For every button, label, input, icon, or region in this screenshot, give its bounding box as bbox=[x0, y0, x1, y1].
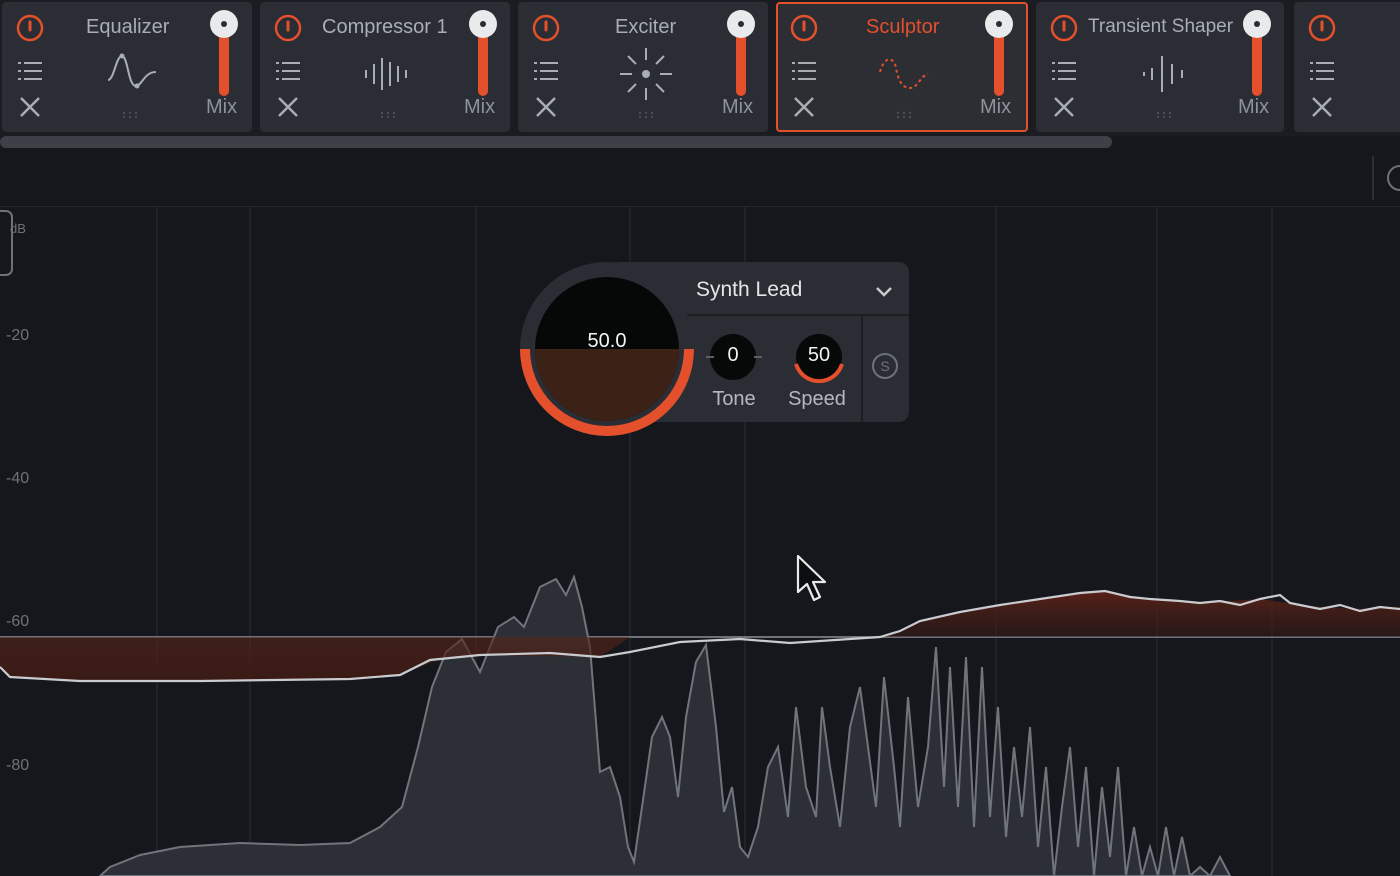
drag-handle-icon[interactable] bbox=[378, 110, 398, 120]
graph-toolbar bbox=[0, 150, 1400, 207]
mix-label: Mix bbox=[464, 96, 496, 118]
mix-fader-handle[interactable] bbox=[1243, 10, 1271, 38]
drag-handle-icon[interactable] bbox=[120, 110, 140, 120]
module-rack: Equalizer Mix Compressor 1 Mix Exciter M… bbox=[0, 0, 1400, 136]
module-name: Exciter bbox=[615, 16, 677, 38]
menu-icon[interactable] bbox=[534, 60, 558, 82]
y-label: -40 bbox=[6, 470, 30, 487]
sculptor-popup: S Synth Lead 0 Tone 50 Speed 50.0 bbox=[520, 262, 909, 436]
db-unit-label: dB bbox=[10, 221, 26, 236]
power-icon[interactable] bbox=[274, 14, 302, 42]
module-transient-shaper[interactable]: Transient Shaper Mix bbox=[1036, 2, 1284, 132]
speed-value: 50 bbox=[807, 344, 831, 366]
tone-label: Tone bbox=[712, 388, 756, 410]
mix-label: Mix bbox=[206, 96, 238, 118]
power-icon[interactable] bbox=[532, 14, 560, 42]
mix-label: Mix bbox=[1238, 96, 1270, 118]
module-compressor-1[interactable]: Compressor 1 Mix bbox=[260, 2, 510, 132]
power-icon[interactable] bbox=[1308, 14, 1336, 42]
panel-divider bbox=[861, 316, 863, 422]
svg-text:S: S bbox=[880, 358, 889, 374]
module-name: Sculptor bbox=[866, 16, 940, 38]
tone-value: 0 bbox=[727, 344, 739, 366]
close-icon[interactable] bbox=[277, 96, 299, 118]
close-icon[interactable] bbox=[535, 96, 557, 118]
mouse-cursor-icon bbox=[796, 554, 827, 602]
power-icon[interactable] bbox=[1050, 14, 1078, 42]
power-icon[interactable] bbox=[790, 14, 818, 42]
y-label: -80 bbox=[6, 757, 30, 774]
amount-value: 50.0 bbox=[587, 330, 627, 352]
module-equalizer[interactable]: Equalizer Mix bbox=[2, 2, 252, 132]
menu-icon[interactable] bbox=[1052, 60, 1076, 82]
chevron-down-icon[interactable] bbox=[874, 286, 894, 298]
module-exciter[interactable]: Exciter Mix bbox=[518, 2, 768, 132]
mix-fader-handle[interactable] bbox=[985, 10, 1013, 38]
drag-handle-icon[interactable] bbox=[1154, 110, 1174, 120]
exciter-sparkle-icon bbox=[620, 48, 672, 100]
mix-label: Mix bbox=[980, 96, 1012, 118]
rack-scrollbar[interactable] bbox=[0, 136, 1112, 148]
mix-label: Mix bbox=[722, 96, 754, 118]
toolbar-button-icon[interactable] bbox=[1372, 150, 1400, 206]
mix-fader-handle[interactable] bbox=[210, 10, 238, 38]
drag-handle-icon[interactable] bbox=[894, 110, 914, 120]
menu-icon[interactable] bbox=[792, 60, 816, 82]
close-icon[interactable] bbox=[19, 96, 41, 118]
speed-label: Speed bbox=[788, 388, 846, 410]
power-icon[interactable] bbox=[16, 14, 44, 42]
drag-handle-icon[interactable] bbox=[636, 110, 656, 120]
module-name: Equalizer bbox=[86, 16, 170, 38]
mix-fader-handle[interactable] bbox=[727, 10, 755, 38]
s-circle-icon[interactable]: S bbox=[871, 352, 899, 380]
transient-waveform-icon bbox=[1143, 56, 1183, 92]
preset-dropdown[interactable]: Synth Lead bbox=[696, 278, 802, 302]
module-sculptor[interactable]: Sculptor Mix bbox=[776, 2, 1028, 132]
y-label: -20 bbox=[6, 327, 30, 344]
menu-icon[interactable] bbox=[18, 60, 42, 82]
sculptor-curve-icon bbox=[879, 58, 929, 90]
module-name: Compressor 1 bbox=[322, 16, 448, 38]
eq-curve-icon bbox=[107, 53, 157, 89]
module-name: Transient Shaper bbox=[1088, 16, 1234, 37]
compressor-waveform-icon bbox=[365, 58, 407, 90]
menu-icon[interactable] bbox=[276, 60, 300, 82]
module-partial[interactable] bbox=[1294, 2, 1400, 132]
y-label: -60 bbox=[6, 613, 30, 630]
close-icon[interactable] bbox=[1311, 96, 1333, 118]
close-icon[interactable] bbox=[793, 96, 815, 118]
close-icon[interactable] bbox=[1053, 96, 1075, 118]
mix-fader-handle[interactable] bbox=[469, 10, 497, 38]
menu-icon[interactable] bbox=[1310, 60, 1334, 82]
